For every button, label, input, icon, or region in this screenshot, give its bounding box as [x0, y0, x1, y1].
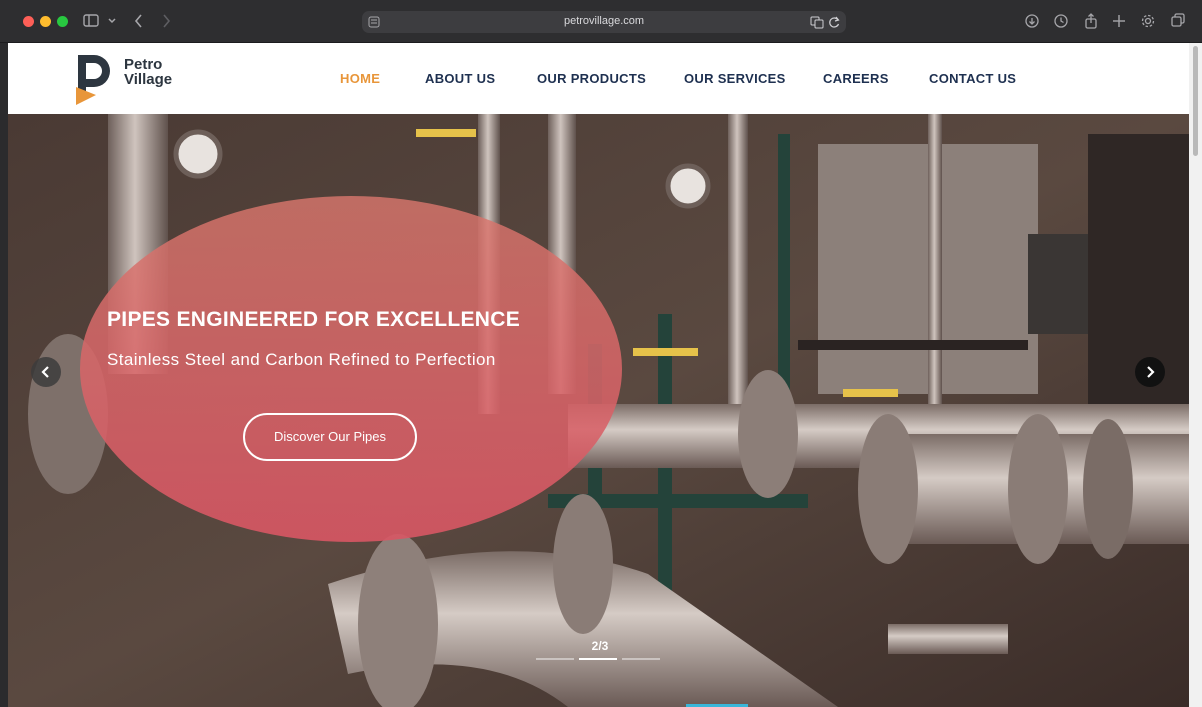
- history-icon[interactable]: [1053, 11, 1069, 31]
- hero-title: PIPES ENGINEERED FOR EXCELLENCE: [107, 308, 521, 331]
- page-viewport: Petro Village HOME ABOUT US OUR PRODUCTS…: [8, 43, 1189, 707]
- hero-subtitle: Stainless Steel and Carbon Refined to Pe…: [107, 350, 496, 369]
- close-window-button[interactable]: [23, 16, 34, 27]
- url-text: petrovillage.com: [563, 15, 645, 27]
- nav-careers[interactable]: CAREERS: [823, 71, 889, 86]
- site-header: Petro Village HOME ABOUT US OUR PRODUCTS…: [8, 43, 1189, 114]
- site-logo[interactable]: Petro Village: [74, 51, 184, 105]
- forward-icon[interactable]: [159, 11, 173, 31]
- slider-prev-button[interactable]: [31, 357, 61, 387]
- back-icon[interactable]: [132, 11, 146, 31]
- scrollbar-thumb[interactable]: [1193, 46, 1198, 156]
- address-bar[interactable]: petrovillage.com: [362, 11, 846, 33]
- translate-icon[interactable]: [810, 15, 824, 29]
- slider-next-button[interactable]: [1135, 357, 1165, 387]
- logo-line-2: Village: [124, 71, 173, 88]
- logo-line-1: Petro: [124, 56, 163, 73]
- settings-icon[interactable]: [1140, 11, 1156, 31]
- minimize-window-button[interactable]: [40, 16, 51, 27]
- browser-toolbar: petrovillage.com: [0, 0, 1202, 43]
- nav-our-products[interactable]: OUR PRODUCTS: [537, 71, 646, 86]
- tabs-icon[interactable]: [1170, 11, 1186, 31]
- slide-counter: 2/3: [591, 639, 609, 653]
- slide-indicator-1[interactable]: [536, 658, 574, 660]
- chevron-down-icon[interactable]: [106, 11, 118, 31]
- hero-slider: PIPES ENGINEERED FOR EXCELLENCE Stainles…: [8, 114, 1189, 707]
- new-tab-icon[interactable]: [1112, 11, 1126, 31]
- logo-wordmark: Petro Village: [124, 57, 172, 87]
- share-icon[interactable]: [1083, 11, 1099, 31]
- chevron-right-icon: [1147, 366, 1155, 378]
- nav-our-services[interactable]: OUR SERVICES: [684, 71, 786, 86]
- download-icon[interactable]: [1024, 11, 1040, 31]
- nav-contact-us[interactable]: CONTACT US: [929, 71, 1016, 86]
- chevron-left-icon: [41, 366, 49, 378]
- page-scrollbar[interactable]: [1189, 43, 1202, 707]
- petro-village-logo-icon: [76, 55, 110, 105]
- slide-indicator-3[interactable]: [622, 658, 660, 660]
- slide-indicator-2[interactable]: [579, 658, 617, 660]
- sidebar-icon[interactable]: [83, 11, 101, 31]
- discover-pipes-button[interactable]: Discover Our Pipes: [243, 413, 417, 461]
- reload-icon[interactable]: [828, 15, 841, 29]
- nav-about-us[interactable]: ABOUT US: [425, 71, 495, 86]
- nav-home[interactable]: HOME: [340, 71, 380, 86]
- maximize-window-button[interactable]: [57, 16, 68, 27]
